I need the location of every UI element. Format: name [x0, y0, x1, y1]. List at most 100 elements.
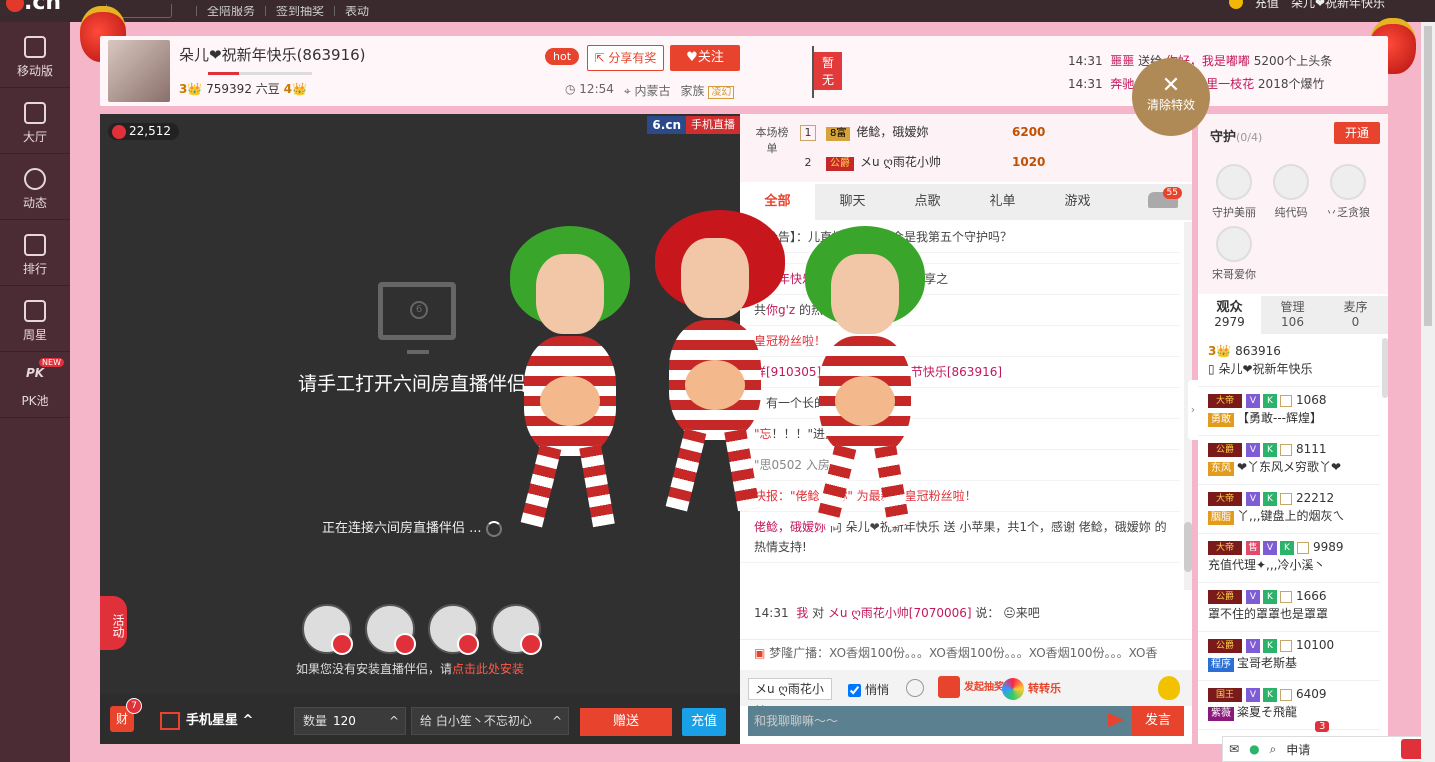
top-nav-item[interactable]: 表动 [334, 6, 379, 16]
sidebar-item-mobile[interactable]: 移动版 [0, 22, 70, 88]
lottery-button[interactable]: 发起抽奖 [938, 676, 1004, 698]
fan-avatars [302, 604, 542, 655]
post-button[interactable]: 发言 [1132, 706, 1184, 736]
audience-scrollbar[interactable] [1382, 338, 1388, 398]
top-nav-item[interactable]: 签到抽奖 [265, 6, 334, 16]
bottom-toolbar: ✉ ● ⌕ 3 申请 [1222, 721, 1432, 762]
crown-icon [24, 234, 46, 256]
guard-item[interactable]: 丷乏贪狼 [1320, 164, 1376, 220]
apply-button[interactable]: 申请 [1286, 741, 1310, 758]
top-nav-item[interactable]: 全陪服务 [196, 6, 265, 16]
sidebar-item-pk[interactable]: NEW PK PK池 [0, 352, 70, 418]
activity-tab[interactable]: 活动 [100, 596, 127, 650]
fan-avatar[interactable] [365, 604, 416, 655]
list-item[interactable]: 3👑 863916 ▯ 朵儿❤祝新年快乐 [1198, 338, 1380, 387]
fan-avatar[interactable] [302, 604, 353, 655]
host-avatar[interactable] [108, 40, 170, 102]
tab-all[interactable]: 全部 [740, 184, 815, 220]
emoji-icon[interactable] [906, 679, 924, 697]
list-item[interactable]: 公爵 V K 1666 罩不住的罩罩也是罩罩 [1198, 583, 1380, 632]
username[interactable]: 朵儿❤祝新年快乐 [1291, 0, 1385, 11]
crown-icon: 👑 [187, 82, 203, 96]
guard-item[interactable]: 纯代码 [1263, 164, 1319, 220]
guard-avatar [1216, 226, 1252, 262]
brand-badge: 6.cn 手机直播 [647, 116, 740, 134]
treasure-box-button[interactable]: 财7 [110, 698, 142, 732]
panel-expander[interactable]: › [1188, 380, 1198, 440]
car-count: 55 [1162, 187, 1182, 199]
charge-button[interactable]: 充值 [682, 708, 726, 736]
install-tip: 如果您没有安装直播伴侣，请点击此处安装 [296, 662, 525, 676]
list-item[interactable]: 大帝 V K 22212 胭脂 丫,,,键盘上的烟灰ㄟ [1198, 485, 1380, 534]
tab-song[interactable]: 点歌 [890, 184, 965, 220]
send-gift-button[interactable]: 赠送 [580, 708, 672, 736]
family[interactable]: 家族 凌幻 [680, 82, 735, 99]
sidebar-item-hall[interactable]: 大厅 [0, 88, 70, 154]
rank-row[interactable]: 2 公爵 メu ღ雨花小帅 1020 [800, 150, 1180, 174]
fan-avatar[interactable] [491, 604, 542, 655]
chat-line: 皇冠粉丝啦！ [740, 326, 1180, 357]
gift-bar: 财7 手机星星 ^ 数量 120 ^ 给 白小笙丶不忘初心 ^ 赠送 充值 [100, 694, 740, 744]
user-tabs: 观众 2979 管理 106 麦序 0 [1198, 296, 1388, 334]
share-button[interactable]: ⇱ 分享有奖 [587, 45, 664, 71]
chat-line: 佬鲶，硪嫒妳 向 朵儿❤祝新年快乐 送 小苹果，共1个，感谢 佬鲶，硪嫒妳 的热… [740, 512, 1180, 563]
coin-counter: 22,512 [108, 123, 179, 140]
mail-icon[interactable]: ✉ [1229, 742, 1239, 756]
gift-selector[interactable]: 手机星星 ^ [160, 709, 253, 730]
zoom-icon[interactable]: ⌕ [1270, 742, 1277, 757]
chevron-up-icon: ^ [388, 714, 399, 728]
rank-row[interactable]: 1 8富 佬鲶，硪嫒妳 6200 [800, 120, 1180, 144]
list-item[interactable]: 大帝 V K 1068 勇敢 【勇敢---辉煌】 [1198, 387, 1380, 436]
guard-item[interactable]: 守护美丽 [1206, 164, 1262, 220]
window-scrollbar[interactable] [1421, 22, 1435, 762]
egg-icon[interactable] [1158, 676, 1180, 700]
session-ranking: 本场榜单 1 8富 佬鲶，硪嫒妳 6200 2 公爵 メu ღ雨花小帅 1020 [740, 114, 1192, 182]
notice-line: 14:31 噩噩 送给 你好，我是嘟嘟 5200个上头条 [1068, 54, 1333, 68]
tab-admins[interactable]: 管理 106 [1261, 296, 1324, 334]
tab-mic-queue[interactable]: 麦序 0 [1324, 296, 1387, 334]
sidebar-item-weekly-star[interactable]: 周星 [0, 286, 70, 352]
host-meta: ◷ 12:54 ⌖ 内蒙古 家族 凌幻 [565, 82, 735, 99]
chat-input[interactable]: 和我聊聊嘛～～ [748, 706, 1132, 736]
sidebar-item-feed[interactable]: 动态 [0, 154, 70, 220]
guard-section: 守护(0/4) 开通 守护美丽 纯代码 丷乏贪狼 宋哥爱你 [1198, 114, 1388, 294]
list-item[interactable]: 公爵 V K 8111 东风 ❤丫东风メ穷歌丫❤ [1198, 436, 1380, 485]
list-item[interactable]: 大帝售 V K 9989 充值代理✦,,,冷小溪丶 [1198, 534, 1380, 583]
chat-recipient-chip[interactable]: メu ღ雨花小 ✕ [748, 678, 832, 716]
top-nav: 全陪服务 签到抽奖 表动 [106, 0, 379, 22]
tab-audience[interactable]: 观众 2979 [1198, 296, 1261, 334]
check-icon[interactable]: ● [1249, 742, 1259, 756]
tab-chat[interactable]: 聊天 [815, 184, 890, 220]
tab-gift-list[interactable]: 礼单 [965, 184, 1040, 220]
fan-avatar[interactable] [428, 604, 479, 655]
guard-avatar [1273, 164, 1309, 200]
recipient-select[interactable]: 给 白小笙丶不忘初心 ^ [411, 707, 569, 735]
pk-icon: PK [25, 366, 45, 380]
wheel-button[interactable]: 转转乐 [1002, 678, 1061, 700]
gift-icon [160, 711, 180, 730]
spinner-icon [485, 520, 502, 537]
site-logo[interactable]: .cn [0, 0, 70, 14]
recharge-link[interactable]: 充值 [1255, 0, 1279, 11]
close-icon: ✕ [1161, 73, 1181, 98]
guard-item[interactable]: 宋哥爱你 [1206, 226, 1262, 282]
follow-button[interactable]: ♥关注 [670, 45, 740, 71]
quantity-select[interactable]: 数量 120 ^ [294, 707, 406, 735]
ranking-title[interactable]: 本场榜单 [752, 124, 792, 156]
video-player[interactable]: 22,512 6.cn 手机直播 6 请手工打开六间房直播伴侣 正在连接六间房直播… [100, 114, 740, 694]
install-link[interactable]: 点击此处安装 [452, 662, 524, 676]
list-item[interactable]: 公爵 V K 10100 程序 宝哥老斯基 [1198, 632, 1380, 681]
tab-games[interactable]: 游戏 [1040, 184, 1115, 220]
whisper-checkbox[interactable]: 悄悄 [848, 681, 889, 698]
chat-line: "忘！！！"进入房间 [740, 419, 1180, 450]
guard-avatar [1330, 164, 1366, 200]
open-guard-button[interactable]: 开通 [1334, 122, 1380, 144]
chat-tabs: 全部 聊天 点歌 礼单 游戏 55 [740, 184, 1192, 220]
connecting-status: 正在连接六间房直播伴侣 ... [322, 517, 502, 537]
sidebar-item-ranking[interactable]: 排行 [0, 220, 70, 286]
clear-effects-button[interactable]: ✕ 清除特效 [1132, 58, 1210, 136]
paper-plane-icon[interactable] [1108, 713, 1126, 727]
list-item[interactable]: 国王 V K 6409 紫薇 粢夏そ飛龍 [1198, 681, 1380, 730]
broadcast-icon: ▣ [754, 646, 770, 660]
chat-controls: メu ღ雨花小 ✕ 悄悄 发起抽奖 转转乐 [740, 670, 1192, 716]
